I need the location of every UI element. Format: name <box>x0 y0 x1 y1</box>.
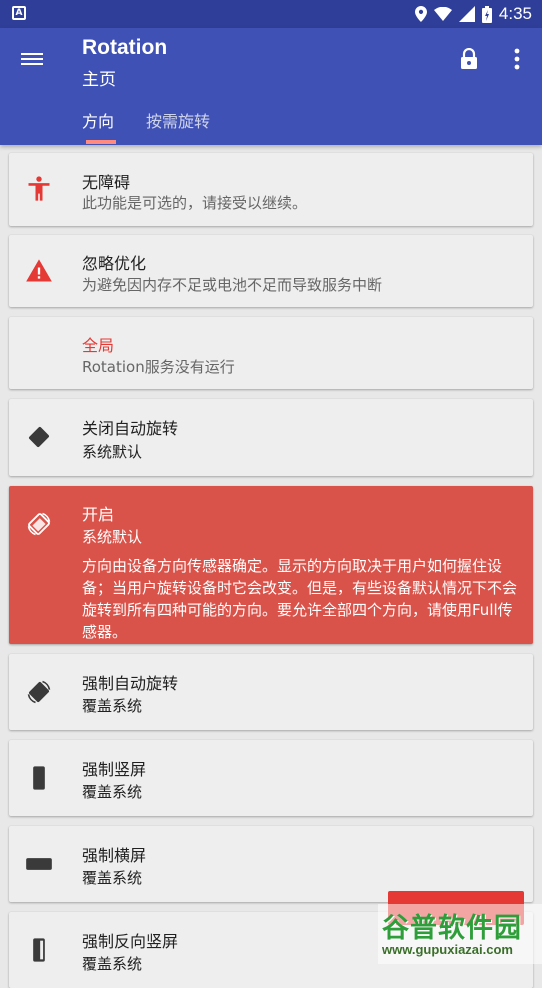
card-description: 方向由设备方向传感器确定。显示的方向取决于用户如何握住设备；当用户旋转设备时它会… <box>82 557 518 641</box>
card-accessibility[interactable]: 无障碍 此功能是可选的，请接受以继续。 <box>9 153 533 226</box>
tab-orientation[interactable]: 方向 <box>82 108 114 132</box>
lock-icon[interactable] <box>460 48 478 70</box>
card-subtitle: 为避免因内存不足或电池不足而导致服务中断 <box>82 276 383 294</box>
card-title: 强制横屏 <box>82 846 147 865</box>
card-title: 开启 <box>82 505 115 524</box>
menu-icon[interactable] <box>20 50 44 68</box>
card-title: 强制竖屏 <box>82 760 147 779</box>
battery-icon <box>481 5 492 23</box>
more-options-icon[interactable] <box>512 48 522 70</box>
card-subtitle: 覆盖系统 <box>82 783 143 801</box>
card-subtitle: Rotation服务没有运行 <box>82 358 235 376</box>
signal-icon <box>458 6 475 22</box>
card-subtitle: 覆盖系统 <box>82 697 143 715</box>
wifi-icon <box>433 7 452 21</box>
card-title: 忽略优化 <box>82 254 147 273</box>
app-subtitle: 主页 <box>82 70 116 90</box>
portrait-icon <box>33 766 45 790</box>
landscape-icon <box>26 858 52 870</box>
card-title: 无障碍 <box>82 173 131 192</box>
card-title: 关闭自动旋转 <box>82 419 179 438</box>
watermark-url: www.gupuxiazai.com <box>382 942 513 957</box>
location-icon <box>414 6 427 22</box>
card-subtitle: 覆盖系统 <box>82 869 143 887</box>
force-rotate-icon <box>27 680 51 704</box>
rotation-lock-icon <box>29 427 49 447</box>
auto-rotate-icon <box>27 512 51 536</box>
notification-icon: A <box>12 6 26 20</box>
card-global[interactable]: 全局 Rotation服务没有运行 <box>9 317 533 389</box>
card-subtitle: 系统默认 <box>82 528 143 546</box>
card-force-auto-rotate[interactable]: 强制自动旋转 覆盖系统 <box>9 654 533 730</box>
app-title: Rotation <box>82 36 168 59</box>
card-subtitle: 系统默认 <box>82 443 143 461</box>
card-title: 全局 <box>82 336 115 355</box>
tab-indicator <box>86 140 116 144</box>
warning-icon <box>26 259 52 282</box>
card-auto-rotate-on[interactable]: 开启 系统默认 方向由设备方向传感器确定。显示的方向取决于用户如何握住设备；当用… <box>9 486 533 644</box>
card-force-portrait[interactable]: 强制竖屏 覆盖系统 <box>9 740 533 816</box>
tab-on-demand-rotation[interactable]: 按需旋转 <box>146 108 210 132</box>
status-icons: 4:35 <box>414 3 532 25</box>
card-title: 强制自动旋转 <box>82 674 179 693</box>
card-subtitle: 此功能是可选的，请接受以继续。 <box>82 194 308 212</box>
reverse-portrait-icon <box>33 938 45 962</box>
card-ignore-optimization[interactable]: 忽略优化 为避免因内存不足或电池不足而导致服务中断 <box>9 235 533 307</box>
app-bar: Rotation 主页 方向 按需旋转 <box>0 28 542 145</box>
status-bar: A 4:35 <box>0 0 542 28</box>
clock: 4:35 <box>498 4 532 23</box>
card-title: 强制反向竖屏 <box>82 932 179 951</box>
card-auto-rotate-off[interactable]: 关闭自动旋转 系统默认 <box>9 399 533 476</box>
watermark: 谷普软件园 www.gupuxiazai.com <box>378 904 542 964</box>
accessibility-icon <box>28 176 50 201</box>
watermark-text: 谷普软件园 <box>382 913 522 944</box>
